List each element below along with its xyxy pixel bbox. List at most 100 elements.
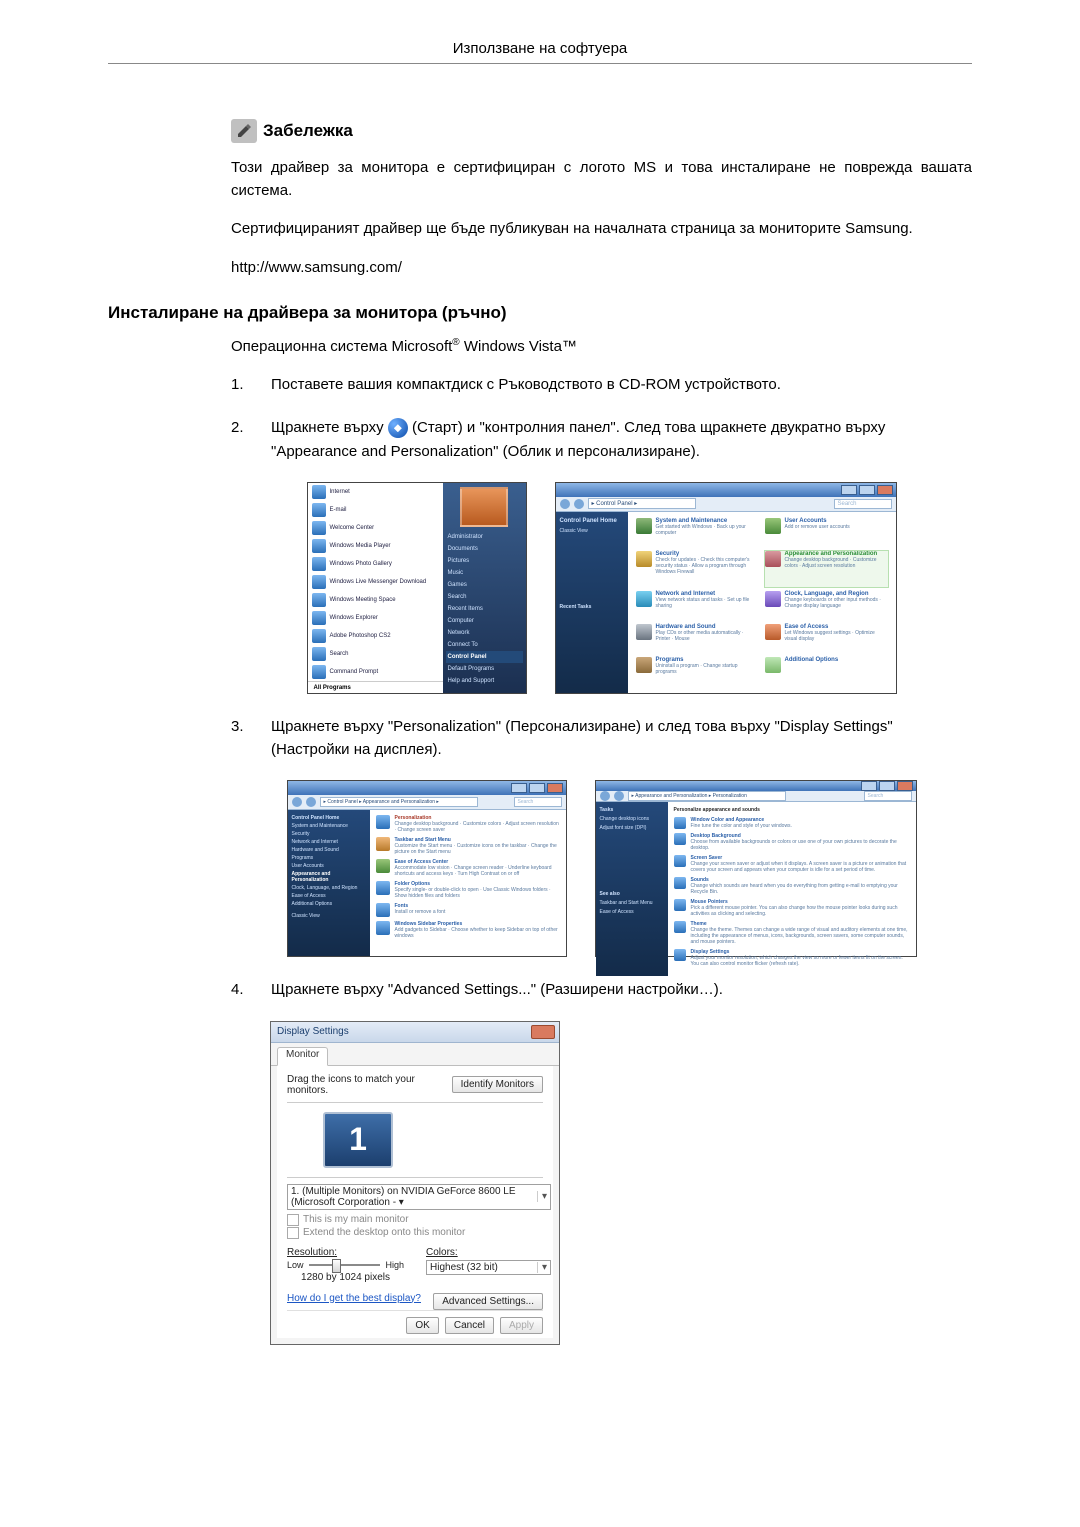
pl-item-4-s: Pick a different mouse pointer. You can … bbox=[691, 905, 910, 917]
sm-r-7: Computer bbox=[446, 615, 523, 627]
os-suffix: Windows Vista™ bbox=[460, 338, 577, 355]
pl-seealso-1: Ease of Access bbox=[600, 909, 664, 915]
sm-item-10: Command Prompt bbox=[330, 669, 379, 675]
pl-item-1-s: Choose from available backgrounds or col… bbox=[691, 839, 910, 851]
start-menu-figure: Internet E-mail Welcome Center Windows M… bbox=[308, 483, 526, 693]
pl-item-2-s: Change your screen saver or adjust when … bbox=[691, 861, 910, 873]
cp-cat-5-s: Change keyboards or other input methods … bbox=[785, 597, 888, 609]
sm-r-6: Recent Items bbox=[446, 603, 523, 615]
chevron-down-icon: ▾ bbox=[537, 1191, 547, 1202]
dd-title: Display Settings bbox=[277, 1026, 349, 1037]
sm-r-4: Games bbox=[446, 579, 523, 591]
cp-search: Search bbox=[834, 499, 892, 509]
sm-item-4: Windows Photo Gallery bbox=[330, 561, 392, 567]
dd-colors-heading: Colors: bbox=[426, 1247, 543, 1258]
step-4-text: Щракнете върху "Advanced Settings..." (Р… bbox=[271, 978, 972, 1001]
ap-item-3-s: Specify single- or double-click to open … bbox=[395, 887, 560, 899]
cp-side-classic: Classic View bbox=[560, 528, 624, 534]
dd-drag-label: Drag the icons to match your monitors. bbox=[287, 1074, 452, 1096]
ap-side-classic: Classic View bbox=[292, 913, 366, 919]
dd-monitor-select: 1. (Multiple Monitors) on NVIDIA GeForce… bbox=[287, 1184, 551, 1210]
cp-cat-1-s: Add or remove user accounts bbox=[785, 524, 850, 530]
minimize-icon bbox=[841, 485, 857, 495]
registered-mark: ® bbox=[452, 337, 459, 348]
pencil-note-icon bbox=[231, 119, 257, 143]
note-label: Забележка bbox=[263, 121, 353, 141]
page-header-title: Използване на софтуера bbox=[108, 40, 972, 64]
cp-address: ▸ Control Panel ▸ bbox=[588, 498, 696, 509]
note-text-1: Този драйвер за монитора е сертифициран … bbox=[231, 157, 972, 202]
dd-resolution-value: 1280 by 1024 pixels bbox=[287, 1272, 404, 1283]
step-2-text: Щракнете върху (Старт) и "контролния пан… bbox=[271, 416, 972, 463]
dd-cb1-label: This is my main monitor bbox=[303, 1214, 409, 1225]
dd-slider-high: High bbox=[385, 1260, 404, 1270]
dd-resolution-slider bbox=[309, 1264, 381, 1266]
close-icon bbox=[531, 1025, 555, 1039]
sm-r-9: Connect To bbox=[446, 639, 523, 651]
back-nav-icon bbox=[560, 499, 570, 509]
personalization-panel-figure: ▸ Appearance and Personalization ▸ Perso… bbox=[596, 781, 916, 956]
checkbox-main-monitor bbox=[287, 1214, 299, 1226]
ap-side-9: Ease of Access bbox=[292, 893, 366, 899]
pl-item-6-s: Adjust your monitor resolution, which ch… bbox=[691, 955, 910, 967]
ap-search: Search bbox=[514, 797, 562, 807]
cp-cat-6-s: Play CDs or other media automatically · … bbox=[656, 630, 759, 642]
ap-side-2: Security bbox=[292, 831, 366, 837]
sm-item-0: Internet bbox=[330, 489, 350, 495]
ap-side-7: Appearance and Personalization bbox=[292, 871, 366, 883]
dd-help-link: How do I get the best display? bbox=[287, 1293, 421, 1310]
back-nav-icon bbox=[600, 791, 610, 801]
maximize-icon bbox=[859, 485, 875, 495]
cp-cat-8-s: Uninstall a program · Change startup pro… bbox=[656, 663, 759, 675]
forward-nav-icon bbox=[574, 499, 584, 509]
checkbox-extend-desktop bbox=[287, 1227, 299, 1239]
dd-tab-monitor: Monitor bbox=[277, 1047, 328, 1066]
note-header: Забележка bbox=[231, 119, 972, 143]
ap-side-3: Network and Internet bbox=[292, 839, 366, 845]
advanced-settings-button: Advanced Settings... bbox=[433, 1293, 543, 1310]
apply-button: Apply bbox=[500, 1317, 543, 1334]
dd-resolution-heading: Resolution: bbox=[287, 1247, 404, 1258]
os-line: Операционна система Microsoft® Windows V… bbox=[231, 337, 972, 355]
sm-item-2: Welcome Center bbox=[330, 525, 375, 531]
dd-colors-value: Highest (32 bit) bbox=[430, 1262, 498, 1273]
step-3-screenshots: ▸ Control Panel ▸ Appearance and Persona… bbox=[231, 781, 972, 956]
sm-r-3: Music bbox=[446, 567, 523, 579]
pl-seealso-0: Taskbar and Start Menu bbox=[600, 900, 664, 906]
control-panel-figure: ▸ Control Panel ▸ Search Control Panel H… bbox=[556, 483, 896, 693]
forward-nav-icon bbox=[614, 791, 624, 801]
back-nav-icon bbox=[292, 797, 302, 807]
step-2-text-a: Щракнете върху bbox=[271, 419, 388, 436]
cancel-button: Cancel bbox=[445, 1317, 494, 1334]
dd-monitor-select-value: 1. (Multiple Monitors) on NVIDIA GeForce… bbox=[291, 1186, 537, 1208]
ap-item-1-s: Customize the Start menu · Customize ico… bbox=[395, 843, 560, 855]
sm-r-8: Network bbox=[446, 627, 523, 639]
sm-all-programs: All Programs bbox=[308, 681, 443, 694]
dd-cb2-label: Extend the desktop onto this monitor bbox=[303, 1227, 465, 1238]
sm-r-2: Pictures bbox=[446, 555, 523, 567]
sm-item-3: Windows Media Player bbox=[330, 543, 391, 549]
minimize-icon bbox=[861, 781, 877, 791]
dd-colors-select: Highest (32 bit) ▾ bbox=[426, 1260, 551, 1275]
sm-item-9: Search bbox=[330, 651, 349, 657]
note-url: http://www.samsung.com/ bbox=[231, 257, 972, 280]
pl-seealso-hd: See also bbox=[600, 891, 664, 897]
pl-side-0: Change desktop icons bbox=[600, 816, 664, 822]
pl-title: Personalize appearance and sounds bbox=[674, 807, 910, 813]
step-1-number: 1. bbox=[231, 373, 249, 396]
pl-address: ▸ Appearance and Personalization ▸ Perso… bbox=[628, 791, 786, 801]
close-icon bbox=[877, 485, 893, 495]
sm-r-1: Documents bbox=[446, 543, 523, 555]
cp-side-home: Control Panel Home bbox=[560, 518, 624, 524]
minimize-icon bbox=[511, 783, 527, 793]
ap-item-4-s: Install or remove a font bbox=[395, 909, 446, 915]
ap-side-1: System and Maintenance bbox=[292, 823, 366, 829]
ap-item-0-s: Change desktop background · Customize co… bbox=[395, 821, 560, 833]
maximize-icon bbox=[529, 783, 545, 793]
dd-monitor-preview: 1 bbox=[323, 1112, 393, 1168]
step-2-screenshots: Internet E-mail Welcome Center Windows M… bbox=[231, 483, 972, 693]
sm-r-control-panel: Control Panel bbox=[446, 651, 523, 663]
sm-item-1: E-mail bbox=[330, 507, 347, 513]
pl-search: Search bbox=[864, 791, 912, 801]
os-prefix: Операционна система Microsoft bbox=[231, 338, 452, 355]
